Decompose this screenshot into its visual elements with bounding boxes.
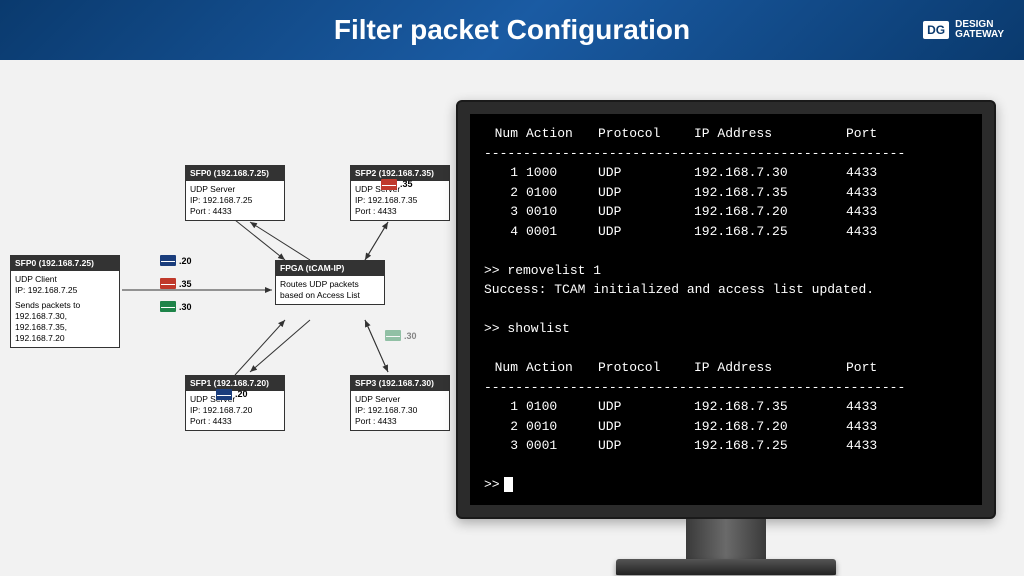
node-sfp0-title: SFP0 (192.168.7.25): [186, 166, 284, 181]
table-row: 20010UDP192.168.7.204433: [484, 417, 968, 437]
envelope-icon: [160, 301, 176, 312]
envelope-green: .30: [160, 301, 192, 312]
node-sfp3: SFP3 (192.168.7.30) UDP Server IP: 192.1…: [350, 375, 450, 431]
envelope-label: .20: [235, 389, 248, 401]
cmd-showlist: >> showlist: [484, 319, 968, 339]
monitor-stand-base: [616, 559, 836, 575]
node-fpga-desc: Routes UDP packets based on Access List: [276, 276, 384, 304]
cursor: [504, 477, 513, 492]
node-client-dest3: 192.168.7.20: [15, 333, 115, 344]
envelope-blue: .20: [160, 255, 192, 266]
node-client-role: UDP Client: [15, 274, 115, 285]
table-row: 20100UDP192.168.7.354433: [484, 183, 968, 203]
prompt: >>: [484, 477, 500, 492]
envelope-icon: [160, 278, 176, 289]
cmd-removelist: >> removelist 1: [484, 261, 968, 281]
envelope-red: .35: [160, 278, 192, 289]
envelope-label: .35: [179, 279, 192, 289]
node-sfp0-role: UDP Server: [190, 184, 280, 195]
envelope-faded: .30: [385, 330, 417, 341]
table2-rows: 10100UDP192.168.7.35443320010UDP192.168.…: [484, 397, 968, 456]
node-sfp1-port: Port : 4433: [190, 416, 280, 427]
page-title: Filter packet Configuration: [334, 14, 690, 46]
monitor: NumActionProtocolIP AddressPort---------…: [456, 100, 996, 575]
table-row: 30001UDP192.168.7.254433: [484, 436, 968, 456]
envelope-label: .20: [179, 256, 192, 266]
node-client-dest2: 192.168.7.35,: [15, 322, 115, 333]
network-diagram: SFP0 (192.168.7.25) UDP Client IP: 192.1…: [10, 140, 470, 460]
node-fpga: FPGA (tCAM-IP) Routes UDP packets based …: [275, 260, 385, 305]
envelope-icon: [385, 330, 401, 341]
node-sfp2-ip: IP: 192.168.7.35: [355, 195, 445, 206]
envelope-sfp2: .35: [381, 179, 413, 191]
table-row: 40001UDP192.168.7.254433: [484, 222, 968, 242]
node-fpga-title: FPGA (tCAM-IP): [276, 261, 384, 276]
table1-rows: 11000UDP192.168.7.30443320100UDP192.168.…: [484, 163, 968, 241]
node-client: SFP0 (192.168.7.25) UDP Client IP: 192.1…: [10, 255, 120, 348]
terminal[interactable]: NumActionProtocolIP AddressPort---------…: [470, 114, 982, 505]
content: SFP0 (192.168.7.25) UDP Client IP: 192.1…: [0, 60, 1024, 576]
table1-header: NumActionProtocolIP AddressPort: [484, 124, 968, 144]
envelope-label: .30: [404, 331, 417, 341]
envelope-label: .30: [179, 302, 192, 312]
node-sfp0-ip: IP: 192.168.7.25: [190, 195, 280, 206]
node-sfp3-ip: IP: 192.168.7.30: [355, 405, 445, 416]
table-row: 30010UDP192.168.7.204433: [484, 202, 968, 222]
node-sfp2: SFP2 (192.168.7.35) UDP Server IP: 192.1…: [350, 165, 450, 221]
logo-icon: DG: [923, 21, 949, 39]
node-sfp3-role: UDP Server: [355, 394, 445, 405]
node-sfp0: SFP0 (192.168.7.25) UDP Server IP: 192.1…: [185, 165, 285, 221]
monitor-bezel: NumActionProtocolIP AddressPort---------…: [456, 100, 996, 519]
msg-success: Success: TCAM initialized and access lis…: [484, 280, 968, 300]
node-sfp1: SFP1 (192.168.7.20) UDP Server IP: 192.1…: [185, 375, 285, 431]
table-row: 11000UDP192.168.7.304433: [484, 163, 968, 183]
node-client-ip: IP: 192.168.7.25: [15, 285, 115, 296]
brand-line2: GATEWAY: [955, 30, 1004, 40]
envelope-icon: [381, 179, 397, 190]
divider: ----------------------------------------…: [484, 378, 968, 398]
brand-logo: DG DESIGN GATEWAY: [923, 20, 1004, 40]
node-client-note: Sends packets to: [15, 300, 115, 311]
envelope-sfp1: .20: [216, 389, 248, 401]
monitor-stand-neck: [686, 519, 766, 559]
node-client-title: SFP0 (192.168.7.25): [11, 256, 119, 271]
envelope-label: .35: [400, 179, 413, 191]
node-sfp3-title: SFP3 (192.168.7.30): [351, 376, 449, 391]
node-sfp1-ip: IP: 192.168.7.20: [190, 405, 280, 416]
divider: ----------------------------------------…: [484, 144, 968, 164]
node-sfp2-port: Port : 4433: [355, 206, 445, 217]
table2-header: NumActionProtocolIP AddressPort: [484, 358, 968, 378]
table-row: 10100UDP192.168.7.354433: [484, 397, 968, 417]
envelope-icon: [216, 389, 232, 400]
node-client-dest1: 192.168.7.30,: [15, 311, 115, 322]
node-sfp0-port: Port : 4433: [190, 206, 280, 217]
envelope-icon: [160, 255, 176, 266]
node-sfp3-port: Port : 4433: [355, 416, 445, 427]
header: Filter packet Configuration DG DESIGN GA…: [0, 0, 1024, 60]
